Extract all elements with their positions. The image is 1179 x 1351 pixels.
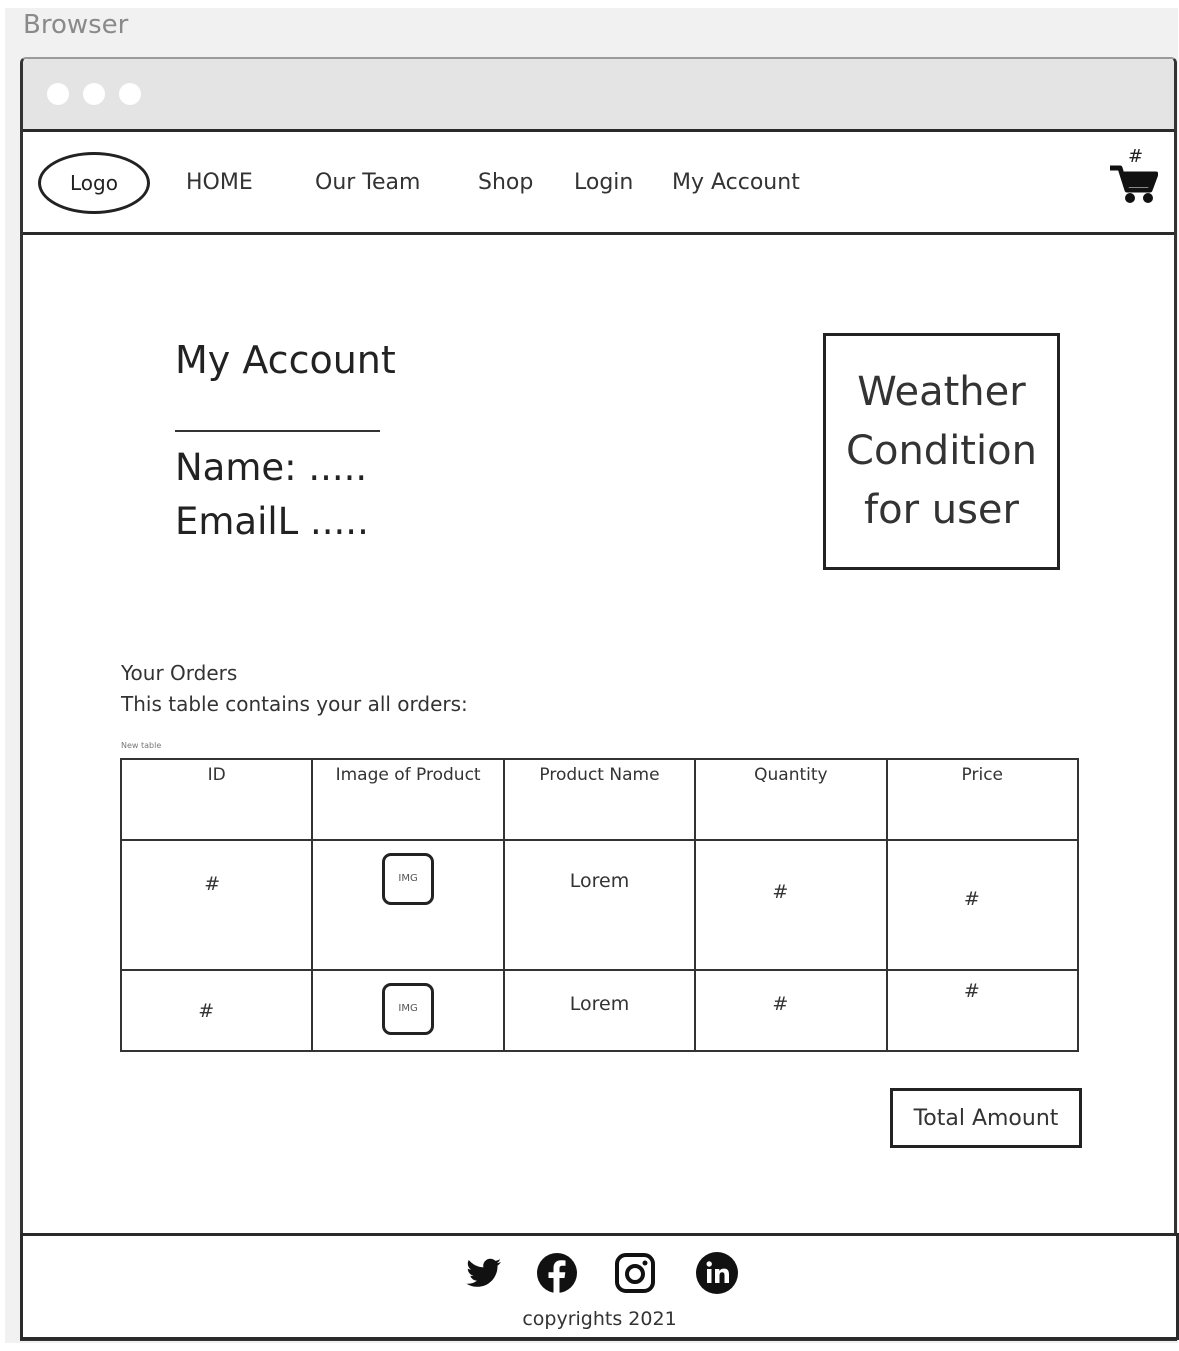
weather-text: Weather Condition for user — [846, 369, 1037, 533]
product-image-placeholder[interactable]: IMG — [382, 853, 435, 905]
instagram-icon[interactable] — [613, 1251, 657, 1295]
header-id: ID — [119, 758, 314, 841]
account-title-divider — [175, 430, 380, 432]
cell-quantity-value: # — [772, 881, 789, 903]
cell-product-name: Lorem — [502, 969, 697, 1052]
orders-title: Your Orders — [121, 661, 238, 685]
nav-link-our-team[interactable]: Our Team — [315, 170, 420, 195]
weather-widget: Weather Condition for user — [823, 333, 1060, 570]
navbar: Logo HOME Our Team Shop Login My Account… — [23, 129, 1174, 235]
cell-product-name: Lorem — [502, 839, 697, 971]
facebook-icon[interactable] — [535, 1251, 579, 1295]
cell-id: # — [119, 969, 314, 1052]
header-image: Image of Product — [311, 758, 505, 841]
cell-product-name-value: Lorem — [569, 870, 630, 892]
shopping-cart-icon — [1110, 165, 1158, 203]
account-email: EmailL ..... — [175, 500, 369, 543]
cell-product-name-value: Lorem — [569, 993, 630, 1015]
logo[interactable]: Logo — [38, 152, 150, 214]
cell-price-value: # — [963, 980, 980, 1002]
twitter-icon[interactable] — [461, 1251, 505, 1295]
table-caption: New table — [121, 741, 162, 750]
nav-link-my-account[interactable]: My Account — [672, 170, 800, 195]
cell-image: IMG — [311, 839, 505, 971]
product-image-placeholder[interactable]: IMG — [382, 983, 435, 1035]
cell-quantity: # — [694, 969, 888, 1052]
cart-button[interactable]: # — [1108, 146, 1158, 206]
footer: copyrights 2021 — [20, 1233, 1179, 1340]
cell-price: # — [885, 969, 1080, 1052]
orders-table: ID Image of Product Product Name Quantit… — [119, 758, 1080, 1052]
nav-link-login[interactable]: Login — [574, 170, 633, 195]
cell-image: IMG — [311, 969, 505, 1052]
cell-id-value: # — [198, 1000, 215, 1022]
cell-id-value: # — [204, 873, 221, 895]
browser-label: Browser — [23, 10, 129, 40]
cell-price-value: # — [963, 888, 980, 910]
account-title: My Account — [175, 338, 396, 382]
window-close-dot[interactable] — [47, 83, 69, 105]
cell-quantity: # — [694, 839, 888, 971]
nav-link-home[interactable]: HOME — [186, 170, 253, 195]
header-price: Price — [885, 758, 1080, 841]
header-product-name: Product Name — [502, 758, 697, 841]
table-header-row: ID Image of Product Product Name Quantit… — [119, 758, 1080, 841]
orders-description: This table contains your all orders: — [121, 692, 468, 716]
linkedin-icon[interactable] — [695, 1251, 739, 1295]
copyright-text: copyrights 2021 — [522, 1308, 677, 1330]
header-quantity: Quantity — [694, 758, 888, 841]
account-name: Name: ..... — [175, 446, 368, 489]
browser-titlebar — [23, 59, 1174, 129]
window-maximize-dot[interactable] — [119, 83, 141, 105]
cell-price: # — [885, 839, 1080, 971]
table-row: # IMG Lorem # # — [119, 969, 1080, 1052]
window-minimize-dot[interactable] — [83, 83, 105, 105]
table-row: # IMG Lorem # # — [119, 839, 1080, 971]
total-amount-button[interactable]: Total Amount — [890, 1088, 1082, 1148]
cell-quantity-value: # — [772, 993, 789, 1015]
cell-id: # — [119, 839, 314, 971]
nav-link-shop[interactable]: Shop — [478, 170, 533, 195]
